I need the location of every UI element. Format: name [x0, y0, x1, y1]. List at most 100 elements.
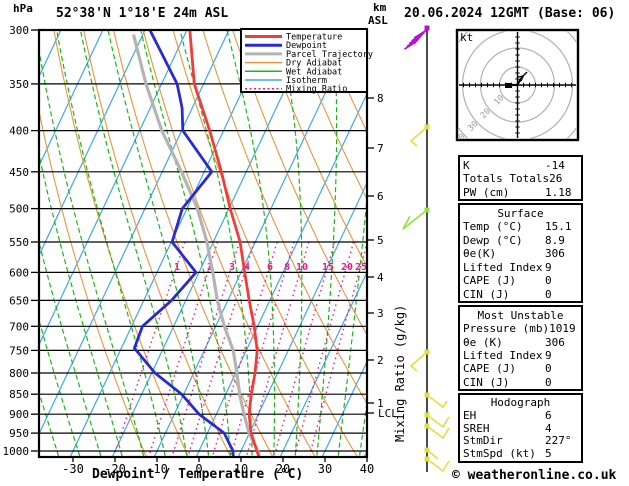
pressure-tick-label: 850 [9, 388, 29, 401]
wind-barb-staff [409, 126, 428, 147]
stat-label: θe (K) [463, 335, 503, 349]
stat-label: CIN (J) [463, 287, 510, 301]
legend-label: Mixing Ratio [286, 85, 347, 95]
stat-row: CAPE (J) 0 [460, 362, 581, 375]
stat-row: K -14 [460, 159, 581, 172]
pressure-tick-label: 700 [9, 320, 29, 333]
pressure-tick-label: 1000 [3, 445, 30, 458]
datetime-label: 20.06.2024 12GMT (Base: 06) [404, 6, 616, 21]
stat-label: CAPE (J) [463, 274, 516, 288]
pressure-tick-label: 750 [9, 344, 29, 357]
mixing-ratio-value: 3 [229, 262, 235, 273]
dry-adiabat-line [53, 31, 189, 456]
pressure-tick-label: 350 [9, 78, 29, 91]
stat-value: 26 [549, 172, 563, 186]
stats-table-most-unstable: Most Unstable Pressure (mb) 1019 θe (K) 306 L… [458, 305, 583, 391]
stat-label: Lifted Index [463, 348, 543, 362]
stat-value: 0 [545, 287, 552, 301]
pressure-tick-label: 450 [9, 166, 29, 179]
stat-value: 306 [545, 247, 565, 261]
temp-tick-label: -30 [62, 462, 84, 476]
pressure-tick-label: 400 [9, 125, 29, 138]
stat-row: θe (K) 306 [460, 336, 581, 349]
stat-row: StmSpd (kt) 5 [460, 447, 581, 461]
temp-tick-label: 40 [360, 462, 374, 476]
wind-barb-staff [426, 425, 450, 440]
stat-label: CIN (J) [463, 375, 510, 389]
stats-table-title: Hodograph [490, 396, 551, 409]
stats-table-surface: Surface Temp (°C) 15.1 Dewp (°C) 8.9 θe(K) 306… [458, 203, 583, 303]
stat-label: Dewp (°C) [463, 233, 523, 247]
stat-row: CIN (J) 0 [460, 288, 581, 301]
stat-value: 0 [545, 375, 552, 389]
stat-label: Pressure (mb) [463, 322, 550, 336]
stat-value: -14 [545, 159, 565, 172]
pressure-tick-label: 550 [9, 236, 29, 249]
pressure-tick-label: 600 [9, 266, 29, 279]
stat-label: CAPE (J) [463, 362, 516, 376]
km-tick-label: 2 [377, 354, 384, 367]
stat-row: CAPE (J) 0 [460, 274, 581, 287]
temp-tick-label: 30 [318, 462, 332, 476]
mixing-ratio-value: 15 [322, 262, 334, 273]
altitude-unit-asl: ASL [368, 14, 388, 27]
pressure-tick-label: 900 [9, 408, 29, 421]
stat-value: 8.9 [545, 233, 565, 247]
km-tick-label: 6 [377, 190, 384, 203]
credit: © weatheronline.co.uk [452, 468, 617, 483]
yaxis-right-title: Mixing Ratio (g/kg) [393, 304, 407, 442]
wind-barb-staff [402, 209, 428, 230]
stat-value: 306 [545, 335, 565, 349]
stat-row: θe(K) 306 [460, 247, 581, 260]
stats-table-title: Surface [497, 207, 544, 220]
stat-value: 6 [545, 408, 552, 422]
mixing-ratio-value: 20 [341, 262, 353, 273]
hodograph-unit-label: kt [460, 31, 474, 44]
wet-adiabat-line [378, 0, 460, 471]
stat-label: Totals Totals [463, 172, 550, 186]
stat-row: Totals Totals 26 [460, 172, 581, 185]
pressure-tick-label: 800 [9, 367, 29, 380]
stat-value: 1019 [549, 322, 576, 336]
km-tick-label: 3 [377, 307, 384, 320]
stat-row: PW (cm) 1.18 [460, 186, 581, 199]
km-tick-label: 5 [377, 234, 384, 247]
wind-barb [402, 207, 430, 230]
stat-row: Lifted Index 9 [460, 349, 581, 362]
stat-label: StmSpd (kt) [463, 447, 536, 461]
mixing-ratio-line [113, 241, 186, 455]
stat-value: 1.18 [545, 185, 572, 199]
mixing-ratio-line [148, 241, 219, 455]
wind-barb-column [402, 25, 450, 473]
station-title: 52°38'N 1°18'E 24m ASL [56, 6, 229, 21]
stat-row: Pressure (mb) 1019 [460, 322, 581, 335]
stat-value: 15.1 [545, 220, 572, 234]
km-tick-label: 7 [377, 142, 384, 155]
stats-table-title: Most Unstable [477, 309, 564, 322]
wind-barb-staff [426, 394, 448, 409]
mixing-ratio-value: 8 [284, 262, 290, 273]
stats-table-indices: K -14 Totals Totals 26 PW (cm) 1.18 [458, 155, 583, 201]
stat-value: 9 [545, 348, 552, 362]
wet-adiabat-line [40, 52, 145, 456]
stat-value: 9 [545, 260, 552, 274]
stat-label: Temp (°C) [463, 220, 523, 234]
wind-barb-staff [409, 351, 428, 372]
wind-barb [403, 25, 430, 50]
mixing-ratio-value: 10 [296, 262, 308, 273]
stat-row: Lifted Index 9 [460, 261, 581, 274]
stats-table-hodograph: Hodograph EH 6 SREH 4 StmDir 227° StmSpd (kt) 5 [458, 393, 583, 463]
stat-label: Lifted Index [463, 260, 543, 274]
mixing-ratio-value: 25 [355, 262, 367, 273]
wind-barb [424, 423, 450, 440]
xaxis-title: Dewpoint / Temperature (°C) [92, 467, 304, 482]
stat-row: EH 6 [460, 408, 581, 423]
mixing-ratio-value: 6 [267, 262, 273, 273]
pressure-tick-label: 650 [9, 294, 29, 307]
stat-row: Temp (°C) 15.1 [460, 220, 581, 233]
pressure-tick-label: 950 [9, 427, 29, 440]
stat-row: CIN (J) 0 [460, 376, 581, 389]
stat-row: Dewp (°C) 8.9 [460, 234, 581, 247]
stat-label: EH [463, 408, 477, 422]
altitude-unit-km: km [373, 1, 387, 14]
